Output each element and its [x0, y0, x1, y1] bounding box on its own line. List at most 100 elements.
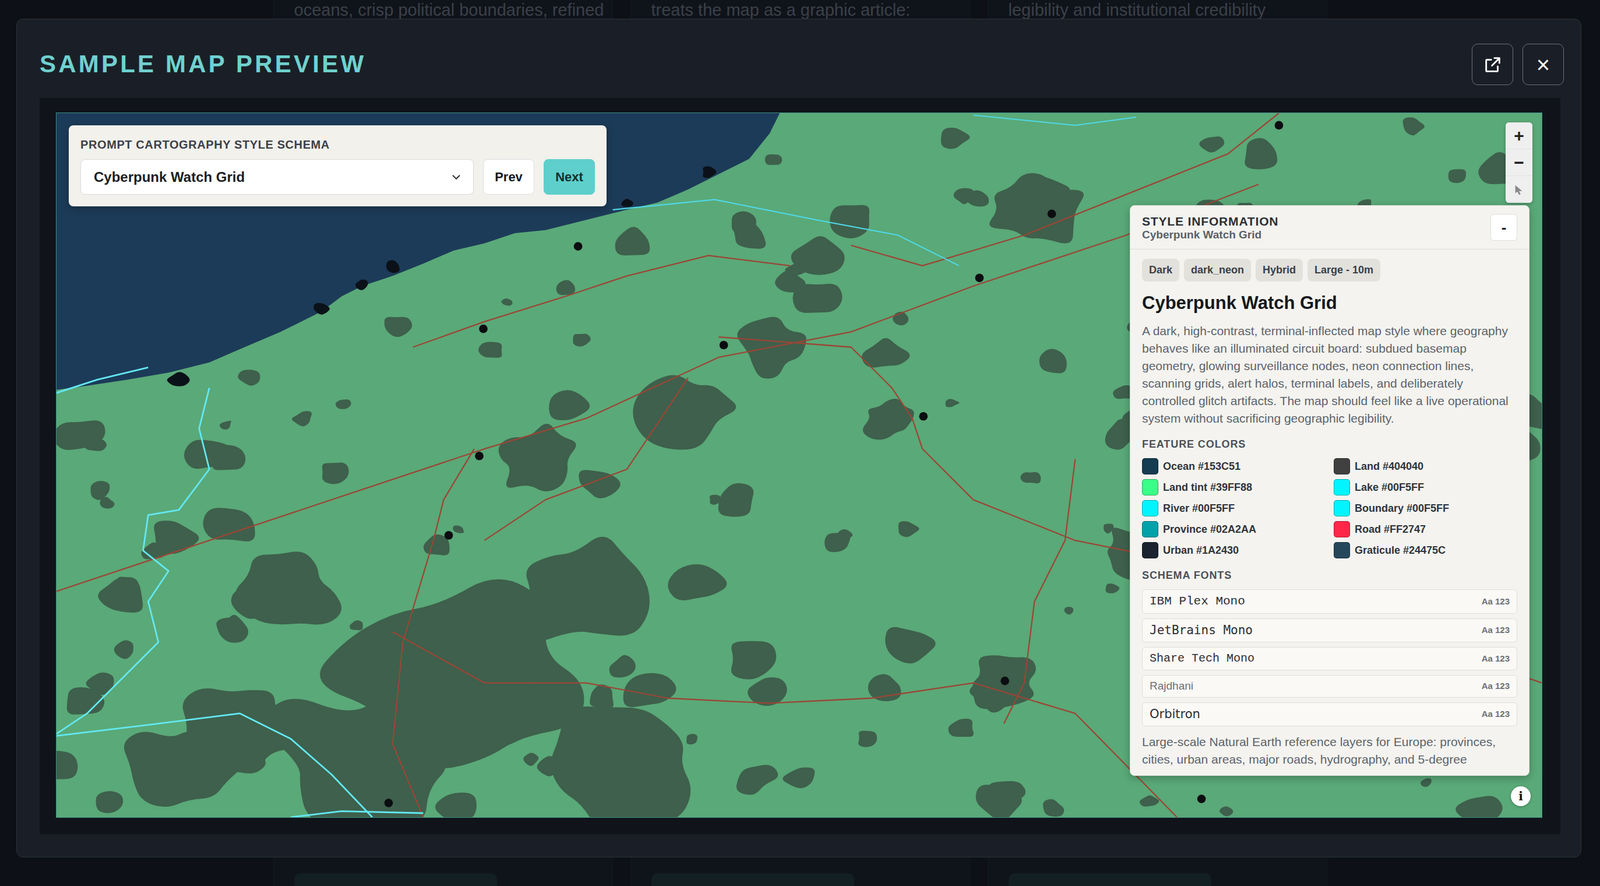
- urban-patch: [141, 542, 167, 560]
- color-item: Province #02A2AA: [1142, 520, 1326, 538]
- color-swatch: [1142, 478, 1159, 496]
- urban-patch: [1105, 583, 1120, 594]
- color-label: Land #404040: [1354, 458, 1424, 475]
- style-name: Cyberpunk Watch Grid: [1142, 289, 1518, 317]
- urban-patch: [618, 587, 640, 601]
- urban-patch: [747, 677, 788, 706]
- urban-patch: [945, 398, 960, 407]
- road-line: [392, 448, 475, 817]
- info-button[interactable]: i: [1510, 786, 1531, 806]
- chevron-down-icon: [449, 170, 463, 184]
- style-info-panel: STYLE INFORMATIONCyberpunk Watch Grid-Da…: [1129, 205, 1530, 776]
- urban-patch: [1063, 606, 1074, 615]
- city-dot: [384, 798, 394, 807]
- zoom-in-button[interactable]: +: [1505, 122, 1533, 150]
- close-button[interactable]: ×: [1522, 43, 1564, 86]
- urban-patch: [349, 619, 364, 630]
- color-label: Ocean #153C51: [1163, 458, 1241, 475]
- color-item: Land #404040: [1333, 457, 1518, 475]
- city-dot: [1197, 794, 1207, 803]
- urban-patch: [219, 420, 232, 430]
- color-item: Boundary #00F5FF: [1333, 499, 1518, 517]
- urban-patch: [861, 337, 910, 368]
- schema-select[interactable]: Cyberpunk Watch Grid: [80, 159, 474, 195]
- external-link-icon: [1482, 54, 1503, 75]
- urban-patch: [793, 283, 843, 313]
- urban-patch: [964, 189, 989, 207]
- color-swatch: [1333, 457, 1351, 475]
- color-label: Lake #00F5FF: [1354, 479, 1425, 496]
- schema-select-value: Cyberpunk Watch Grid: [93, 166, 245, 188]
- font-row: OrbitronAa 123: [1142, 702, 1518, 727]
- urban-patch: [322, 462, 350, 485]
- river-line: [56, 387, 210, 734]
- color-item: Urban #1A2430: [1142, 541, 1326, 559]
- forest-patch: [632, 374, 736, 450]
- style-tag: Large - 10m: [1307, 258, 1381, 282]
- urban-patch: [1042, 798, 1064, 817]
- next-button[interactable]: Next: [543, 159, 595, 195]
- city-dot: [719, 340, 729, 350]
- island-shape: [355, 279, 369, 290]
- font-name: Rajdhani: [1149, 677, 1194, 695]
- urban-patch: [56, 750, 78, 780]
- urban-patch: [1448, 168, 1466, 183]
- urban-patch: [868, 674, 902, 702]
- font-sample: Aa 123: [1481, 652, 1510, 666]
- urban-patch: [782, 767, 815, 789]
- urban-patch: [99, 497, 115, 509]
- urban-patch: [718, 483, 754, 517]
- font-name: Share Tech Mono: [1149, 649, 1255, 668]
- collapse-button[interactable]: -: [1490, 213, 1518, 241]
- forest-patch: [862, 398, 915, 440]
- font-name: JetBrains Mono: [1149, 621, 1253, 640]
- urban-patch: [784, 262, 809, 276]
- urban-patch: [623, 672, 677, 707]
- compass-shape: [1515, 185, 1523, 196]
- open-external-button[interactable]: [1471, 43, 1514, 86]
- urban-patch: [1402, 117, 1425, 136]
- urban-patch: [532, 438, 546, 452]
- urban-patch: [947, 718, 974, 737]
- font-name: IBM Plex Mono: [1149, 591, 1246, 611]
- city-dot: [478, 324, 488, 334]
- reset-bearing-button[interactable]: [1505, 175, 1533, 203]
- urban-patch: [829, 205, 870, 239]
- fonts-heading: SCHEMA FONTS: [1142, 567, 1518, 584]
- urban-patch: [222, 751, 266, 774]
- river-line: [56, 367, 148, 393]
- urban-patch: [776, 347, 790, 357]
- font-sample: Aa 123: [1481, 594, 1510, 609]
- style-tag: dark_neon: [1183, 258, 1251, 282]
- urban-patch: [667, 564, 727, 601]
- urban-patch: [615, 226, 651, 256]
- urban-patch: [1219, 806, 1233, 817]
- urban-patch: [556, 279, 576, 295]
- style-tag: Hybrid: [1255, 258, 1303, 282]
- city-dot: [918, 411, 928, 421]
- color-label: Graticule #24475C: [1354, 542, 1446, 559]
- color-swatch: [1333, 520, 1351, 538]
- map-view[interactable]: PROMPT CARTOGRAPHY STYLE SCHEMACyberpunk…: [55, 112, 1543, 818]
- urban-patch: [1103, 523, 1114, 534]
- urban-patch: [609, 654, 636, 678]
- urban-patch: [1022, 174, 1070, 210]
- font-row: RajdhaniAa 123: [1142, 674, 1518, 698]
- road-line: [392, 631, 1177, 817]
- urban-patch: [898, 520, 920, 537]
- urban-patch: [97, 576, 143, 613]
- color-label: Boundary #00F5FF: [1354, 500, 1450, 517]
- zoom-out-button[interactable]: −: [1505, 149, 1533, 176]
- island-shape: [313, 302, 330, 315]
- font-row: IBM Plex Mono Aa 123: [1142, 589, 1518, 614]
- color-item: Graticule #24475C: [1333, 541, 1518, 559]
- map-preview-modal: SAMPLE MAP PREVIEW× PROMPT CARTOGRAPHY S…: [16, 18, 1582, 858]
- urban-patch: [731, 640, 777, 680]
- prev-button[interactable]: Prev: [483, 159, 535, 195]
- urban-patch: [383, 749, 394, 759]
- urban-patch: [358, 644, 390, 673]
- compass-icon: [1512, 182, 1526, 196]
- font-row: JetBrains MonoAa 123: [1142, 618, 1518, 643]
- urban-patch: [709, 494, 722, 505]
- color-label: River #00F5FF: [1163, 500, 1235, 517]
